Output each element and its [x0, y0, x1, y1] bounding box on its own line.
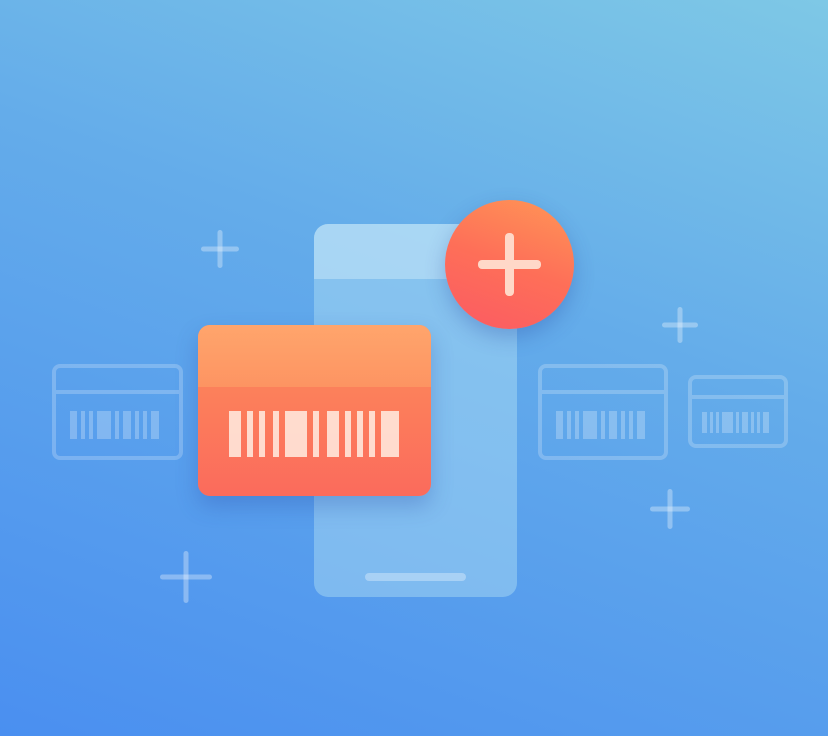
barcode-icon: [70, 411, 159, 439]
background-card-right: [538, 364, 668, 460]
sparkle-plus-icon: [201, 230, 239, 268]
sparkle-plus-icon: [160, 551, 212, 603]
sparkle-plus-icon: [662, 307, 698, 343]
barcode-icon: [556, 411, 645, 439]
add-card-illustration: [0, 0, 828, 736]
loyalty-card: [198, 325, 431, 496]
add-card-button[interactable]: [445, 200, 574, 329]
barcode-icon: [702, 412, 769, 433]
phone-home-indicator: [365, 573, 466, 581]
sparkle-plus-icon: [650, 489, 690, 529]
plus-icon-bar: [478, 260, 541, 269]
background-card-left: [52, 364, 183, 460]
background-card-far-right: [688, 375, 788, 448]
card-header-stripe: [198, 325, 431, 387]
